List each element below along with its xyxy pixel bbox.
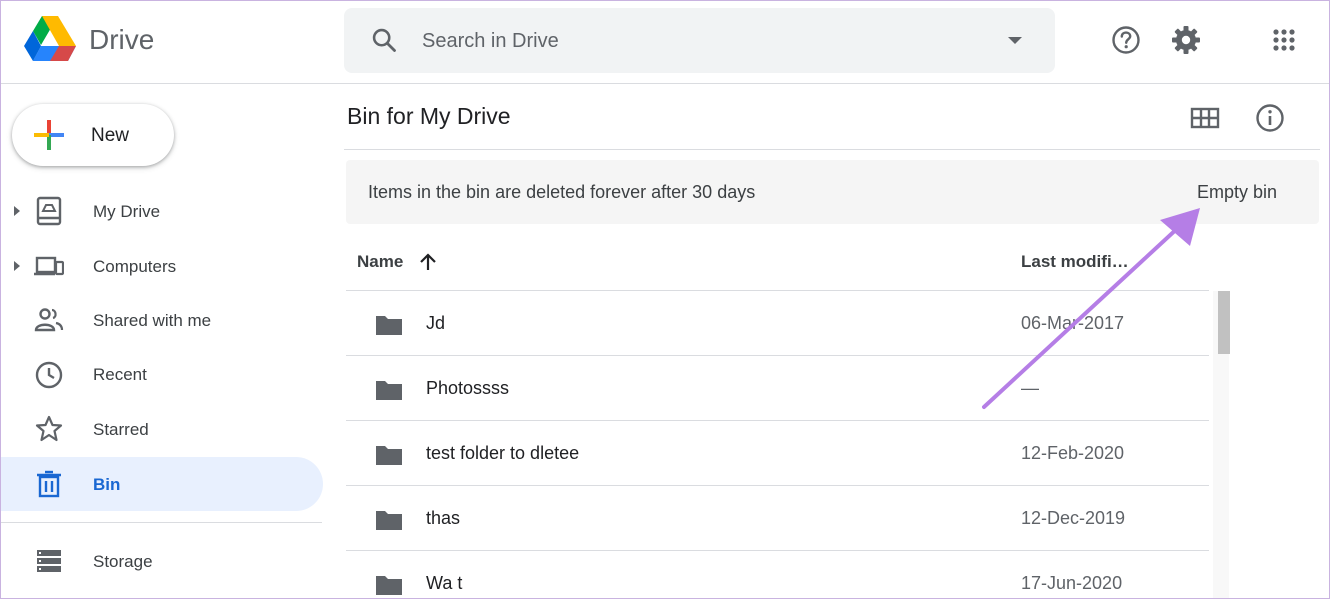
sidebar-item-label: Computers xyxy=(93,257,177,276)
app-title: Drive xyxy=(89,24,155,55)
sidebar-item-shared-with-me[interactable]: Shared with me xyxy=(0,293,323,347)
folder-icon xyxy=(376,316,402,335)
folder-icon xyxy=(376,576,402,595)
table-row[interactable]: Wa t 17-Jun-2020 xyxy=(346,550,1209,599)
file-name: test folder to dletee xyxy=(426,443,580,463)
expand-arrow-icon[interactable] xyxy=(12,259,22,273)
new-button-label: New xyxy=(91,125,130,146)
sidebar-item-starred[interactable]: Starred xyxy=(0,402,323,456)
table-row[interactable]: Jd 06-Mar-2017 xyxy=(346,290,1209,355)
expand-arrow-icon[interactable] xyxy=(12,204,22,218)
file-name: thas xyxy=(426,508,461,528)
plus-icon xyxy=(34,120,64,150)
bin-notice-text: Items in the bin are deleted forever aft… xyxy=(368,182,756,202)
apps-grid-icon[interactable] xyxy=(1268,24,1300,56)
clock-icon xyxy=(35,361,63,389)
column-header-name[interactable]: Name xyxy=(357,252,403,272)
storage-icon xyxy=(37,550,61,572)
folder-icon xyxy=(376,446,402,465)
table-row[interactable]: test folder to dletee 12-Feb-2020 xyxy=(346,420,1209,485)
sidebar-item-computers[interactable]: Computers xyxy=(0,239,323,293)
star-icon xyxy=(35,415,63,442)
computers-icon xyxy=(34,256,64,276)
page-title: Bin for My Drive xyxy=(347,103,511,129)
sort-ascending-arrow-icon[interactable] xyxy=(417,251,439,273)
file-name: Jd xyxy=(426,313,446,333)
dropdown-caret-icon[interactable] xyxy=(1003,31,1027,51)
drive-logo-icon[interactable] xyxy=(24,16,76,62)
sidebar-divider xyxy=(0,522,322,523)
my-drive-icon xyxy=(36,196,62,226)
settings-gear-icon[interactable] xyxy=(1170,24,1202,56)
empty-bin-button[interactable]: Empty bin xyxy=(1197,182,1277,203)
sidebar-item-label: Bin xyxy=(93,475,121,494)
file-name: Wa t xyxy=(426,573,463,593)
last-modified-date: 12-Feb-2020 xyxy=(1021,443,1125,463)
info-icon[interactable] xyxy=(1254,102,1286,134)
last-modified-date: 12-Dec-2019 xyxy=(1021,508,1126,528)
search-input[interactable] xyxy=(422,27,982,55)
title-divider xyxy=(344,149,1320,150)
last-modified-date: — xyxy=(1021,378,1039,398)
grid-view-icon[interactable] xyxy=(1189,104,1221,132)
sidebar-item-label: Shared with me xyxy=(93,311,212,330)
sidebar-item-label: Storage xyxy=(93,552,153,571)
search-icon[interactable] xyxy=(370,26,398,54)
scrollbar-thumb[interactable] xyxy=(1218,291,1230,354)
sidebar-item-storage[interactable]: Storage xyxy=(0,534,323,588)
sidebar-item-my-drive[interactable]: My Drive xyxy=(0,184,323,238)
table-row[interactable]: thas 12-Dec-2019 xyxy=(346,485,1209,550)
last-modified-date: 06-Mar-2017 xyxy=(1021,313,1125,333)
file-name: Photossss xyxy=(426,378,510,398)
trash-icon xyxy=(37,470,61,498)
folder-icon xyxy=(376,381,402,400)
help-icon[interactable] xyxy=(1110,24,1142,56)
table-row[interactable]: Photossss — xyxy=(346,355,1209,420)
shared-people-icon xyxy=(34,308,64,332)
last-modified-date: 17-Jun-2020 xyxy=(1021,573,1123,593)
sidebar-item-label: Starred xyxy=(93,420,149,439)
sidebar-item-label: My Drive xyxy=(93,202,161,221)
top-bar: Drive xyxy=(0,0,1330,84)
column-header-last-modified[interactable]: Last modifi… xyxy=(1021,252,1129,272)
sidebar-item-recent[interactable]: Recent xyxy=(0,347,323,401)
sidebar-item-label: Recent xyxy=(93,365,147,384)
sidebar-item-bin[interactable]: Bin xyxy=(0,457,323,511)
folder-icon xyxy=(376,511,402,530)
